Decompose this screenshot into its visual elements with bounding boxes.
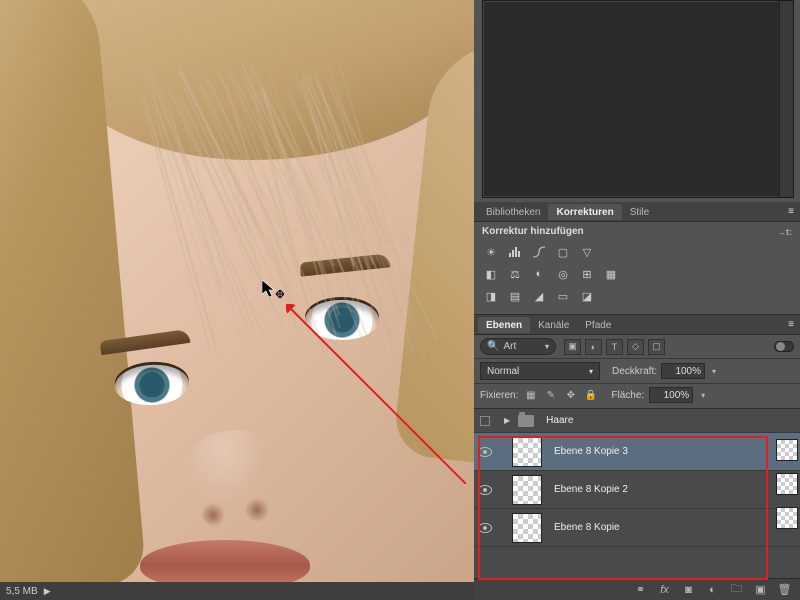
hue-sat-icon[interactable]: ◧ xyxy=(482,266,500,282)
tab-korrekturen[interactable]: Korrekturen xyxy=(548,204,621,220)
bw-icon[interactable]: ◐ xyxy=(530,266,548,282)
layer-thumbnail[interactable] xyxy=(512,475,542,505)
mask-thumb[interactable] xyxy=(776,473,798,495)
panels-column: Bibliotheken Korrekturen Stile ≡ Korrekt… xyxy=(474,0,800,600)
fill-field[interactable]: 100% xyxy=(649,387,693,403)
opacity-field[interactable]: 100% xyxy=(661,363,705,379)
visibility-eye-icon[interactable] xyxy=(478,523,492,533)
filter-shape-icon[interactable]: ◇ xyxy=(627,339,644,355)
opacity-arrow-icon[interactable]: ▾ xyxy=(709,367,719,376)
mask-thumbnails xyxy=(776,433,800,529)
status-menu-arrow-icon[interactable]: ▶ xyxy=(44,586,51,597)
blend-mode-select[interactable]: Normal▾ xyxy=(480,362,600,380)
fill-label: Fläche: xyxy=(611,390,644,401)
layer-ebene8-kopie2[interactable]: Ebene 8 Kopie 2 xyxy=(474,471,800,509)
levels-icon[interactable] xyxy=(506,244,524,260)
corrections-subheader: Korrektur hinzufügen →t: xyxy=(474,222,800,241)
tab-stile[interactable]: Stile xyxy=(622,204,657,220)
curves-icon[interactable] xyxy=(530,244,548,260)
preview-scrollbar[interactable] xyxy=(779,1,793,197)
filter-toggle[interactable] xyxy=(774,341,794,352)
filter-type-icon[interactable]: T xyxy=(606,339,623,355)
navigator-preview[interactable] xyxy=(482,0,794,198)
delete-layer-icon[interactable]: 🗑 xyxy=(777,583,792,597)
tab-pfade[interactable]: Pfade xyxy=(577,317,619,333)
lock-transparency-icon[interactable]: ▦ xyxy=(523,388,538,402)
layer-filter-type[interactable]: 🔍 Art ▾ xyxy=(480,338,556,355)
folder-icon xyxy=(518,415,534,427)
mask-thumb[interactable] xyxy=(776,439,798,461)
color-lookup-icon[interactable]: ▦ xyxy=(602,266,620,282)
tab-kanaele[interactable]: Kanäle xyxy=(530,317,577,333)
lock-label: Fixieren: xyxy=(480,390,518,401)
vibrance-icon[interactable]: ▽ xyxy=(578,244,596,260)
layer-ebene8-kopie[interactable]: Ebene 8 Kopie xyxy=(474,509,800,547)
filter-adjust-icon[interactable]: ◐ xyxy=(585,339,602,355)
filesize-label: 5,5 MB xyxy=(6,586,38,597)
mask-thumb[interactable] xyxy=(776,507,798,529)
canvas-area[interactable]: 5,5 MB ▶ xyxy=(0,0,474,600)
layer-thumbnail[interactable] xyxy=(512,513,542,543)
lock-all-icon[interactable]: 🔒 xyxy=(583,388,598,402)
exposure-icon[interactable]: ▢ xyxy=(554,244,572,260)
visibility-eye-icon[interactable] xyxy=(478,447,492,457)
layer-filter-row: 🔍 Art ▾ ▣ ◐ T ◇ ▢ xyxy=(474,335,800,359)
color-balance-icon[interactable]: ⚖ xyxy=(506,266,524,282)
filter-smart-icon[interactable]: ▢ xyxy=(648,339,665,355)
invert-icon[interactable]: ◨ xyxy=(482,288,500,304)
selective-color-icon[interactable]: ◪ xyxy=(578,288,596,304)
disclosure-triangle-icon[interactable]: ▶ xyxy=(504,416,510,425)
lock-pixels-icon[interactable]: ✎ xyxy=(543,388,558,402)
layers-tabs: Ebenen Kanäle Pfade ≡ xyxy=(474,315,800,335)
opacity-label: Deckkraft: xyxy=(612,366,657,377)
link-layers-icon[interactable]: ⚭ xyxy=(633,583,648,597)
layer-list[interactable]: ▶ Haare Ebene 8 Kopie 3 Ebene 8 Kopie 2 … xyxy=(474,409,800,578)
layers-panel: Ebenen Kanäle Pfade ≡ 🔍 Art ▾ ▣ ◐ T ◇ ▢ … xyxy=(474,314,800,600)
layers-bottom-toolbar: ⚭ fx ◙ ◐ 🗀 ▣ 🗑 xyxy=(474,578,800,600)
document-image xyxy=(0,0,474,600)
status-bar: 5,5 MB ▶ xyxy=(0,582,474,600)
visibility-eye-icon[interactable] xyxy=(478,485,492,495)
channel-mixer-icon[interactable]: ⊞ xyxy=(578,266,596,282)
photo-filter-icon[interactable]: ◎ xyxy=(554,266,572,282)
brightness-contrast-icon[interactable]: ☀ xyxy=(482,244,500,260)
corrections-tabs: Bibliotheken Korrekturen Stile ≡ xyxy=(474,202,800,222)
threshold-icon[interactable]: ◢ xyxy=(530,288,548,304)
fx-icon[interactable]: fx xyxy=(657,583,672,597)
add-mask-icon[interactable]: ◙ xyxy=(681,583,696,597)
visibility-off-icon[interactable] xyxy=(480,416,490,426)
new-group-icon[interactable]: 🗀 xyxy=(729,583,744,597)
posterize-icon[interactable]: ▤ xyxy=(506,288,524,304)
new-adjustment-icon[interactable]: ◐ xyxy=(705,583,720,597)
layer-group-haare[interactable]: ▶ Haare xyxy=(474,409,800,433)
tab-ebenen[interactable]: Ebenen xyxy=(478,317,530,333)
corrections-panel-menu-icon[interactable]: ≡ xyxy=(782,206,800,217)
fill-arrow-icon[interactable]: ▾ xyxy=(698,391,708,400)
new-layer-icon[interactable]: ▣ xyxy=(753,583,768,597)
layer-thumbnail[interactable] xyxy=(512,437,542,467)
layers-panel-menu-icon[interactable]: ≡ xyxy=(782,319,800,330)
gradient-map-icon[interactable]: ▭ xyxy=(554,288,572,304)
filter-pixel-icon[interactable]: ▣ xyxy=(564,339,581,355)
layer-ebene8-kopie3[interactable]: Ebene 8 Kopie 3 xyxy=(474,433,800,471)
lock-position-icon[interactable]: ✥ xyxy=(563,388,578,402)
search-icon: 🔍 xyxy=(487,341,499,352)
tab-bibliotheken[interactable]: Bibliotheken xyxy=(478,204,548,220)
corrections-preset-icon[interactable]: →t: xyxy=(777,227,792,237)
